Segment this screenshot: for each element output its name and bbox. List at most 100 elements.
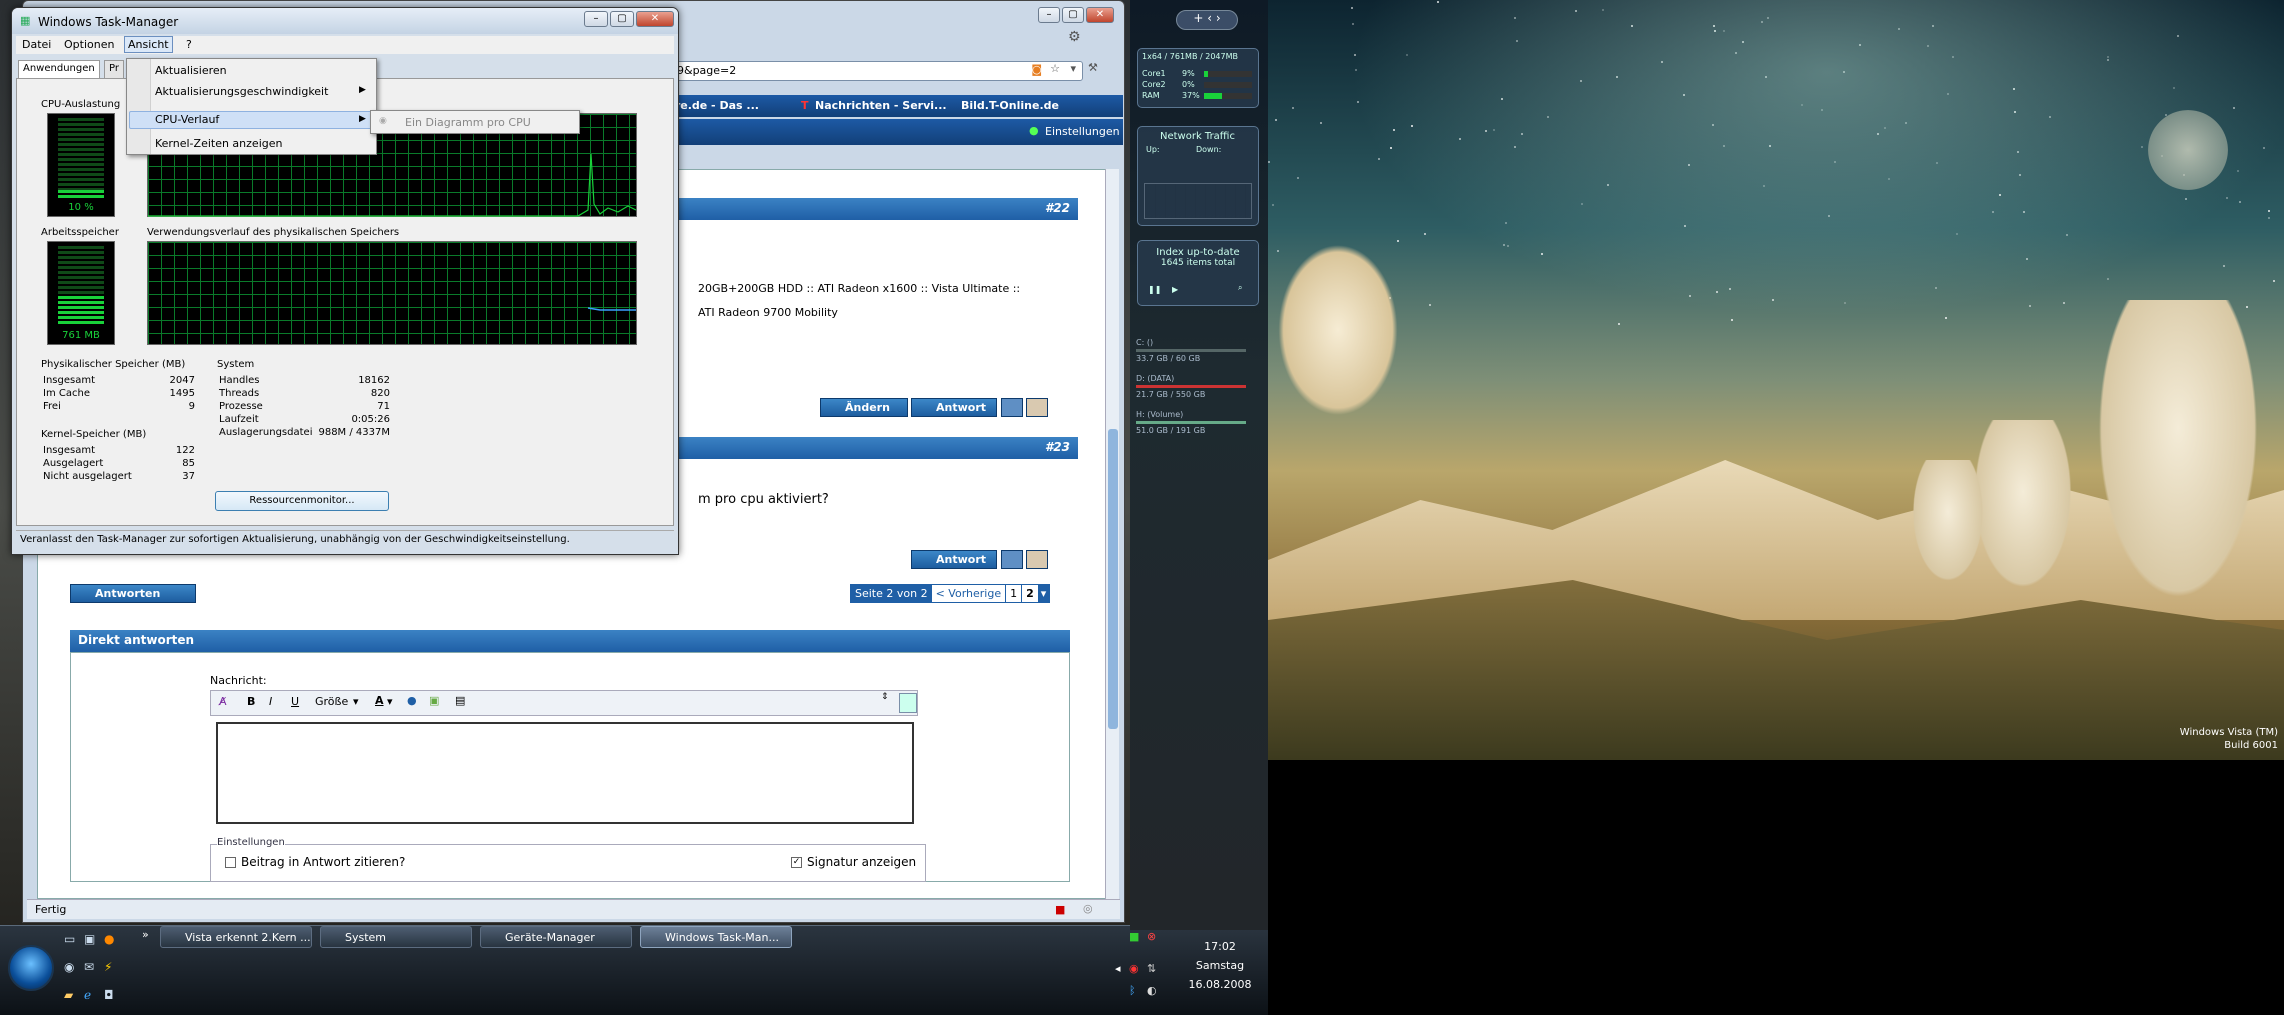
bookmark-2[interactable]: Nachrichten - Servi... [815, 99, 947, 112]
quote-icon[interactable] [1001, 398, 1023, 417]
taskbar-button-task-manager[interactable]: Windows Task-Man... [640, 926, 792, 948]
rss-icon[interactable]: ◙ [1031, 63, 1042, 76]
task-manager-menubar: Datei Optionen Ansicht ? [16, 36, 674, 54]
messenger-icon[interactable]: ◉ [64, 960, 74, 974]
stat-value: 18162 [358, 375, 390, 386]
pagination-prev[interactable]: < Vorherige [932, 585, 1006, 602]
ie-icon[interactable]: ℯ [84, 988, 91, 1002]
window-switch-icon[interactable]: ▣ [84, 932, 95, 946]
desktop-icon[interactable]: ▭ [64, 932, 75, 946]
quote-block-icon[interactable]: ▤ [455, 694, 465, 707]
stat-value: 1495 [169, 388, 195, 399]
close-icon[interactable]: ✕ [1086, 7, 1114, 23]
signature-checkbox[interactable]: ✓ [791, 857, 802, 868]
pagination-page-1[interactable]: 1 [1005, 585, 1021, 602]
reply-button[interactable]: Antwort [911, 398, 997, 417]
signature-checkbox-label: Signatur anzeigen [807, 855, 917, 869]
app-icon[interactable]: ◘ [104, 988, 114, 1002]
menu-aktualisierungsgeschwindigkeit[interactable]: Aktualisierungsgeschwindigkeit [155, 85, 328, 98]
taskbar-button-firefox[interactable]: Vista erkennt 2.Kern ... [160, 926, 312, 948]
resource-monitor-button[interactable]: Ressourcenmonitor... [215, 491, 389, 511]
address-bar[interactable]: 09&page=2 ◙ ☆ ▾ [663, 61, 1083, 81]
bold-icon[interactable]: B [247, 695, 255, 708]
image-icon[interactable]: ▣ [429, 694, 439, 707]
minimize-icon[interactable]: – [1038, 7, 1060, 23]
clock-time: 17:02 [1204, 940, 1236, 953]
sidebar-add-gadget-icon[interactable]: + ‹ › [1176, 10, 1238, 30]
minimize-icon[interactable]: – [584, 11, 608, 27]
mail-icon[interactable]: ✉ [84, 960, 94, 974]
menu-ansicht[interactable]: Ansicht [124, 36, 173, 53]
browser-status-bar: Fertig ■ ◎ [27, 899, 1120, 919]
edit-button[interactable]: Ändern [820, 398, 908, 417]
chevron-down-icon[interactable]: ▾ [1070, 62, 1076, 75]
pagination-menu-icon[interactable]: ▾ [1037, 585, 1050, 602]
menu-kernel-zeiten[interactable]: Kernel-Zeiten anzeigen [155, 137, 282, 150]
task-manager-titlebar[interactable]: ▦ Windows Task-Manager – ▢ ✕ [12, 8, 678, 34]
page-scrollbar[interactable] [1105, 169, 1119, 899]
bluetooth-icon[interactable]: ᛒ [1129, 984, 1136, 997]
font-size-select[interactable]: Größe [315, 695, 348, 708]
settings-link[interactable]: Einstellungen [1045, 125, 1120, 138]
cloud-plume [1268, 230, 1408, 430]
zoom-icon[interactable]: ◎ [1083, 902, 1093, 915]
network-icon[interactable]: ⇅ [1147, 962, 1156, 975]
star-icon[interactable]: ☆ [1050, 62, 1060, 75]
drive-detail: 51.0 GB / 191 GB [1136, 426, 1206, 435]
menu-ein-diagramm-pro-cpu[interactable]: Ein Diagramm pro CPU [405, 116, 531, 129]
bookmark-1[interactable]: ure.de - Das ... [667, 99, 759, 112]
message-textarea[interactable] [216, 722, 914, 824]
quote-icon-2[interactable] [1001, 550, 1023, 569]
scrollbar-thumb[interactable] [1108, 429, 1118, 729]
firefox-icon[interactable]: ● [104, 932, 114, 946]
menu-optionen[interactable]: Optionen [64, 38, 114, 51]
maximize-icon[interactable]: ▢ [1062, 7, 1084, 23]
search-icon[interactable]: ⌕ [1238, 283, 1242, 293]
resize-icon[interactable]: ⇕ [881, 692, 889, 702]
answer-button[interactable]: Antworten [70, 584, 196, 603]
gear-icon[interactable]: ⚙ [1068, 29, 1081, 45]
chevron-down-icon[interactable]: ▾ [353, 695, 359, 708]
system-row: Threads 820 [217, 388, 392, 399]
tray-icon-red[interactable]: ⊗ [1147, 930, 1156, 943]
quick-launch-expand-icon[interactable]: » [142, 928, 149, 941]
underline-icon[interactable]: U [291, 695, 299, 708]
chevron-down-icon[interactable]: ▾ [387, 695, 393, 708]
font-color-icon[interactable]: A [375, 694, 384, 707]
multiquote-icon[interactable] [1026, 398, 1048, 417]
mode-switch-icon[interactable] [899, 693, 917, 713]
cpu-meter-fill [58, 190, 104, 198]
tab-anwendungen[interactable]: Anwendungen [18, 60, 100, 78]
italic-icon[interactable]: I [269, 695, 272, 708]
multiquote-icon-2[interactable] [1026, 550, 1048, 569]
tab-prozesse[interactable]: Pr [104, 60, 124, 78]
remove-format-icon[interactable]: A̸ [219, 695, 227, 708]
browser-window-controls[interactable]: – ▢ ✕ [1038, 4, 1118, 23]
cpu-gadget-header: 1x64 / 761MB / 2047MB [1142, 52, 1238, 61]
taskbar-button-system[interactable]: System [320, 926, 472, 948]
stat-value: 37 [182, 471, 195, 482]
tray-expand-icon[interactable]: ◂ [1115, 962, 1121, 975]
winamp-icon[interactable]: ⚡ [104, 960, 112, 974]
volume-icon[interactable]: ◐ [1147, 984, 1157, 997]
quote-checkbox[interactable] [225, 857, 236, 868]
play-icon[interactable]: ▶ [1172, 285, 1178, 294]
tray-icon-green[interactable]: ■ [1129, 930, 1139, 943]
taskbar-button-device-manager[interactable]: Geräte-Manager [480, 926, 632, 948]
close-icon[interactable]: ✕ [636, 11, 674, 27]
start-button[interactable] [8, 945, 54, 991]
folder-icon[interactable]: ▰ [64, 988, 73, 1002]
bookmark-3[interactable]: Bild.T-Online.de [961, 99, 1059, 112]
clock[interactable]: 17:02 Samstag 16.08.2008 [1175, 938, 1265, 1002]
menu-help[interactable]: ? [186, 38, 192, 51]
quick-launch: ▭ ▣ ● ◉ ✉ ⚡ ▰ ℯ ◘ [64, 932, 144, 1010]
menu-cpu-verlauf[interactable]: CPU-Verlauf [155, 113, 219, 126]
maximize-icon[interactable]: ▢ [610, 11, 634, 27]
tray-icon-antivirus[interactable]: ◉ [1129, 962, 1139, 975]
tools-icon[interactable]: ⚒ [1088, 61, 1098, 74]
link-icon[interactable]: ● [407, 694, 417, 707]
menu-datei[interactable]: Datei [22, 38, 51, 51]
reply-button-2[interactable]: Antwort [911, 550, 997, 569]
pause-icon[interactable]: ❚❚ [1148, 285, 1161, 294]
menu-aktualisieren[interactable]: Aktualisieren [155, 64, 227, 77]
